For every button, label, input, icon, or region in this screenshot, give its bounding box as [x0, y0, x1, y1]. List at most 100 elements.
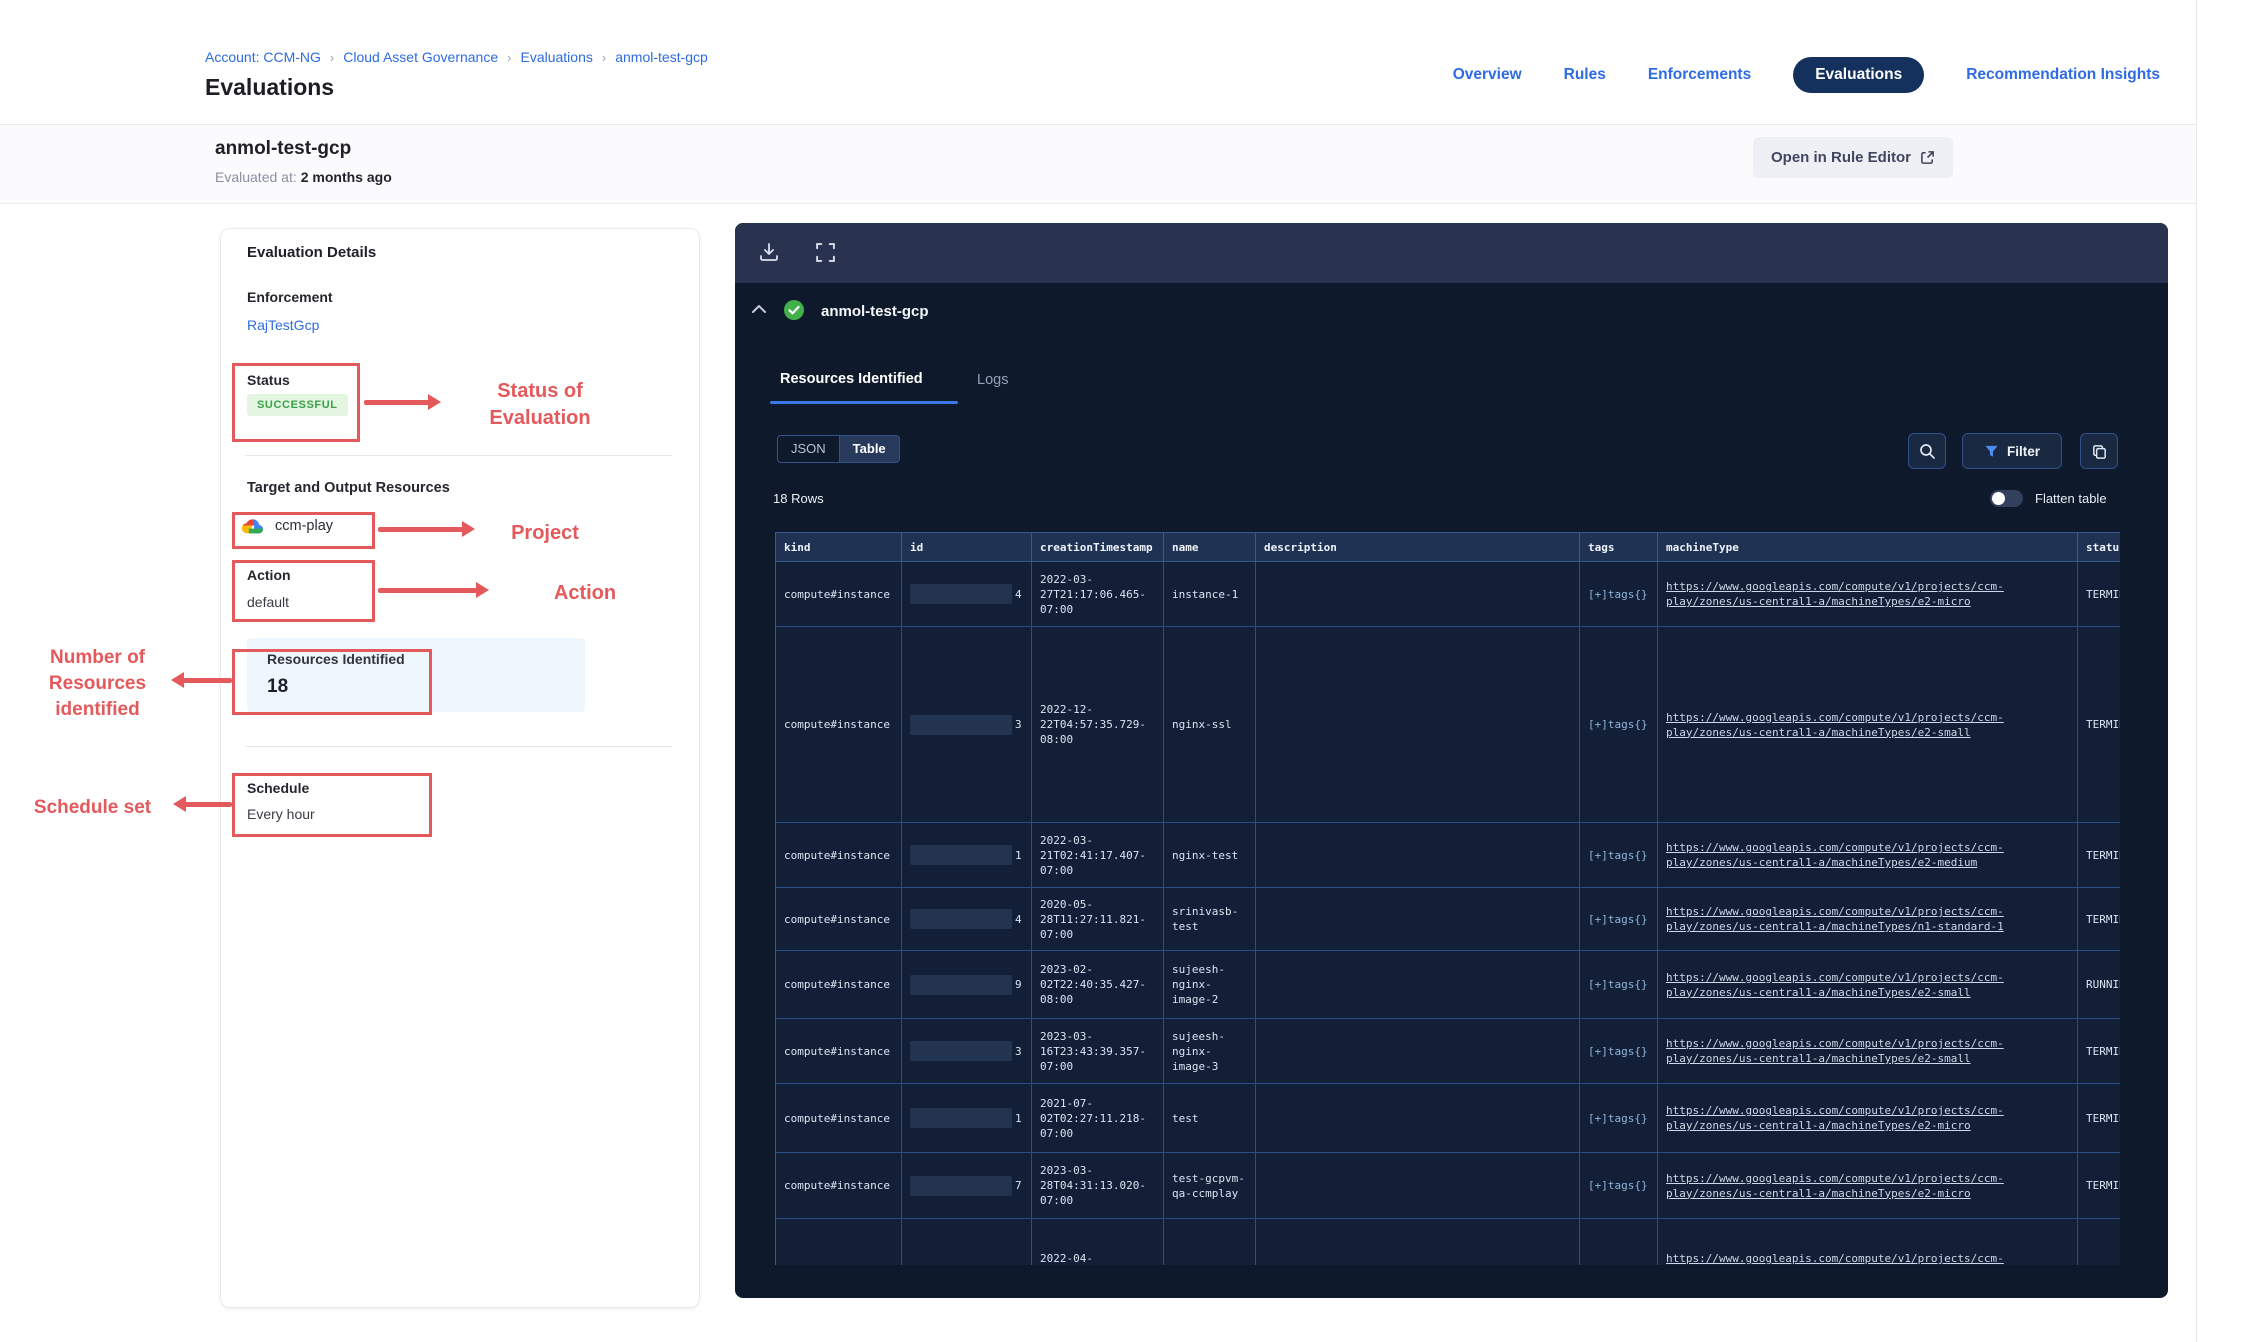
toggle-knob	[1992, 492, 2005, 505]
tags-expander[interactable]: [+]tags{}	[1588, 1045, 1648, 1058]
machine-type-link[interactable]: https://www.googleapis.com/compute/v1/pr…	[1666, 971, 2004, 999]
cell-status: TERMINATED	[2078, 1084, 2120, 1152]
machine-type-link[interactable]: https://www.googleapis.com/compute/v1/pr…	[1666, 841, 2004, 869]
filter-button[interactable]: Filter	[1962, 433, 2062, 469]
annotation-text-status: Status of Evaluation	[460, 378, 620, 432]
cell-name: sujeesh-nginx-image-2	[1164, 951, 1256, 1018]
project-chip[interactable]: ccm-play	[240, 516, 333, 536]
external-link-icon	[1920, 150, 1935, 165]
cell-kind: compute#instance	[776, 1084, 902, 1152]
cell-id: 4	[902, 562, 1032, 626]
schedule-value: Every hour	[247, 806, 315, 822]
cell-id: 4	[902, 888, 1032, 950]
column-header-creationTimestamp: creationTimestamp	[1032, 533, 1164, 561]
nav-tab-recommendation-insights[interactable]: Recommendation Insights	[1966, 66, 2160, 84]
nav-tab-enforcements[interactable]: Enforcements	[1648, 66, 1751, 84]
cell-kind: compute#instance	[776, 888, 902, 950]
cell-creationTimestamp: 2023-​02-​02T22:40:35.427-​08:00	[1032, 951, 1164, 1018]
machine-type-link[interactable]: https://www.googleapis.com/compute/v1/pr…	[1666, 1252, 2004, 1265]
cell-tags: [+]tags{}	[1580, 562, 1658, 626]
open-in-rule-editor-button[interactable]: Open in Rule Editor	[1753, 137, 1953, 178]
annotation-arrow-resources	[176, 678, 232, 683]
tab-resources-identified[interactable]: Resources Identified	[780, 371, 923, 387]
tab-logs[interactable]: Logs	[977, 372, 1008, 388]
search-button[interactable]	[1908, 433, 1946, 469]
tags-expander[interactable]: [+]tags{}	[1588, 1112, 1648, 1125]
tags-expander[interactable]: [+]tags{}	[1588, 913, 1648, 926]
flatten-table-toggle[interactable]	[1990, 490, 2023, 507]
tags-expander[interactable]: [+]tags{}	[1588, 588, 1648, 601]
download-icon[interactable]	[757, 240, 781, 264]
nav-tab-overview[interactable]: Overview	[1453, 66, 1522, 84]
machine-type-link[interactable]: https://www.googleapis.com/compute/v1/pr…	[1666, 905, 2004, 933]
breadcrumb-current[interactable]: anmol-test-gcp	[615, 49, 708, 65]
cell-description	[1256, 888, 1580, 950]
enforcement-link[interactable]: RajTestGcp	[247, 317, 319, 333]
tags-expander[interactable]: [+]tags{}	[1588, 849, 1648, 862]
tags-expander[interactable]: [+]tags{}	[1588, 718, 1648, 731]
cell-status: TERMINATED	[2078, 1019, 2120, 1083]
cell-description	[1256, 627, 1580, 822]
cell-id: 1	[902, 823, 1032, 887]
nav-tab-rules[interactable]: Rules	[1564, 66, 1606, 84]
cell-status: TERMINATED	[2078, 627, 2120, 822]
breadcrumb-evaluations[interactable]: Evaluations	[520, 49, 592, 65]
column-header-machineType: machineType	[1658, 533, 2078, 561]
resources-identified-label: Resources Identified	[267, 651, 405, 667]
cell-tags: [+]tags{}	[1580, 888, 1658, 950]
machine-type-link[interactable]: https://www.googleapis.com/compute/v1/pr…	[1666, 1104, 2004, 1132]
breadcrumb-governance[interactable]: Cloud Asset Governance	[343, 49, 498, 65]
view-json-button[interactable]: JSON	[778, 436, 840, 462]
cell-creationTimestamp: 2022-​12-​22T04:57:35.729-​08:00	[1032, 627, 1164, 822]
cell-machineType: https://www.googleapis.com/compute/v1/pr…	[1658, 888, 2078, 950]
cell-status: TERMINATED	[2078, 823, 2120, 887]
table-row: compute#instance72023-​03-​28T04:31:13.0…	[776, 1153, 2120, 1219]
machine-type-link[interactable]: https://www.googleapis.com/compute/v1/pr…	[1666, 580, 2004, 608]
column-header-id: id	[902, 533, 1032, 561]
machine-type-link[interactable]: https://www.googleapis.com/compute/v1/pr…	[1666, 711, 2004, 739]
annotation-arrow-project	[378, 527, 470, 532]
tags-expander[interactable]: [+]tags{}	[1588, 978, 1648, 991]
status-label: Status	[247, 372, 290, 388]
top-nav: Overview Rules Enforcements Evaluations …	[1453, 56, 2160, 94]
cell-status	[2078, 1219, 2120, 1265]
redacted-id	[910, 1108, 1012, 1128]
column-header-kind: kind	[776, 533, 902, 561]
results-panel: anmol-test-gcp Resources Identified Logs…	[735, 223, 2168, 1298]
view-mode-toggle: JSON Table	[777, 435, 900, 463]
chevron-up-icon[interactable]	[751, 303, 767, 315]
cell-name: test	[1164, 1084, 1256, 1152]
resources-identified-count: 18	[267, 676, 288, 698]
cell-id: 7	[902, 1153, 1032, 1218]
cell-creationTimestamp: 2020-​05-​28T11:27:11.821-​07:00	[1032, 888, 1164, 950]
breadcrumb-account[interactable]: Account: CCM-NG	[205, 49, 321, 65]
table-row: 2022-​04-​https://www.googleapis.com/com…	[776, 1219, 2120, 1265]
cell-kind: compute#instance	[776, 823, 902, 887]
cell-machineType: https://www.googleapis.com/compute/v1/pr…	[1658, 562, 2078, 626]
schedule-label: Schedule	[247, 780, 309, 796]
cell-id: 3	[902, 1019, 1032, 1083]
nav-tab-evaluations[interactable]: Evaluations	[1793, 57, 1924, 93]
panel-toolbar	[735, 223, 2168, 283]
column-header-description: description	[1256, 533, 1580, 561]
annotation-text-action: Action	[530, 580, 640, 607]
breadcrumb-separator: ›	[507, 50, 511, 65]
copy-button[interactable]	[2080, 433, 2118, 469]
cell-description	[1256, 1019, 1580, 1083]
cell-id: 9	[902, 951, 1032, 1018]
scrollbar-track[interactable]	[2196, 0, 2197, 1342]
cell-name: nginx-test	[1164, 823, 1256, 887]
tags-expander[interactable]: [+]tags{}	[1588, 1179, 1648, 1192]
fullscreen-icon[interactable]	[815, 242, 836, 263]
cell-status: RUNNING	[2078, 951, 2120, 1018]
view-table-button[interactable]: Table	[840, 436, 899, 462]
machine-type-link[interactable]: https://www.googleapis.com/compute/v1/pr…	[1666, 1172, 2004, 1200]
filter-icon	[1984, 444, 1999, 459]
page-title: Evaluations	[205, 74, 334, 101]
column-header-tags: tags	[1580, 533, 1658, 561]
gcp-cloud-icon	[240, 516, 266, 536]
machine-type-link[interactable]: https://www.googleapis.com/compute/v1/pr…	[1666, 1037, 2004, 1065]
search-icon	[1919, 443, 1936, 460]
cell-kind	[776, 1219, 902, 1265]
breadcrumb-separator: ›	[330, 50, 334, 65]
